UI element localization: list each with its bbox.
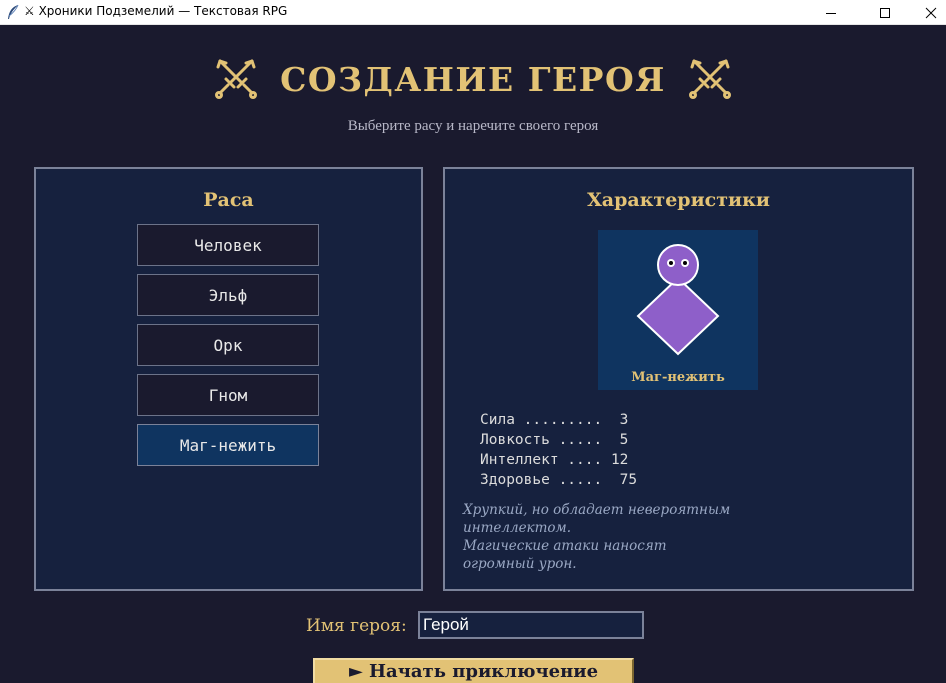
subtitle: Выберите расу и наречите своего героя — [347, 118, 599, 134]
name-row: Имя героя: — [0, 611, 946, 639]
maximize-icon — [880, 7, 890, 18]
feather-icon — [8, 4, 19, 19]
description-line: интеллектом. — [463, 520, 572, 536]
race-description: Хрупкий, но обладает невероятным интелле… — [463, 501, 763, 573]
race-button-human[interactable]: Человек — [137, 224, 319, 266]
stat-intellect: Интеллект .... 12 — [480, 452, 629, 468]
close-button[interactable] — [908, 0, 946, 25]
hero-portrait: Маг-нежить — [598, 230, 758, 390]
description-line: огромный урон. — [463, 556, 577, 572]
stat-list: Сила ......... 3 Ловкость ..... 5 Интелл… — [480, 410, 637, 490]
stats-panel: Характеристики Маг-нежить Сила .........… — [443, 167, 914, 591]
maximize-button[interactable] — [862, 0, 908, 25]
hero-name-label: Имя героя: — [306, 616, 407, 636]
window-title-bar: ⚔ Хроники Подземелий — Текстовая RPG — [0, 0, 946, 25]
stat-strength: Сила ......... 3 — [480, 412, 629, 428]
header: СОЗДАНИЕ ГЕРОЯ — [0, 53, 946, 105]
race-button-undead-mage[interactable]: Маг-нежить — [137, 424, 319, 466]
window-title: ⚔ Хроники Подземелий — Текстовая RPG — [24, 4, 288, 18]
crossed-swords-icon — [688, 59, 731, 99]
stat-agility: Ловкость ..... 5 — [480, 432, 629, 448]
crossed-swords-icon — [215, 59, 258, 99]
minimize-icon — [826, 12, 836, 14]
race-panel-title: Раса — [203, 189, 254, 211]
race-list: Человек Эльф Орк Гном Маг-нежить — [137, 224, 319, 474]
hero-figure-icon — [636, 244, 720, 356]
page-title: СОЗДАНИЕ ГЕРОЯ — [280, 59, 666, 99]
minimize-button[interactable] — [808, 0, 854, 25]
stat-health: Здоровье ..... 75 — [480, 472, 638, 488]
race-button-orc[interactable]: Орк — [137, 324, 319, 366]
description-line: Хрупкий, но обладает невероятным — [463, 502, 731, 518]
hero-name-input[interactable] — [418, 611, 644, 639]
race-button-elf[interactable]: Эльф — [137, 274, 319, 316]
portrait-label: Маг-нежить — [631, 370, 725, 385]
description-line: Магические атаки наносят — [463, 538, 667, 554]
start-adventure-button[interactable]: ► Начать приключение — [313, 658, 634, 683]
stats-panel-title: Характеристики — [587, 189, 770, 211]
race-panel: Раса Человек Эльф Орк Гном Маг-нежить — [34, 167, 423, 591]
app-content: СОЗДАНИЕ ГЕРОЯ Выберите расу и наречите … — [0, 25, 946, 683]
race-button-dwarf[interactable]: Гном — [137, 374, 319, 416]
close-icon — [925, 7, 937, 18]
